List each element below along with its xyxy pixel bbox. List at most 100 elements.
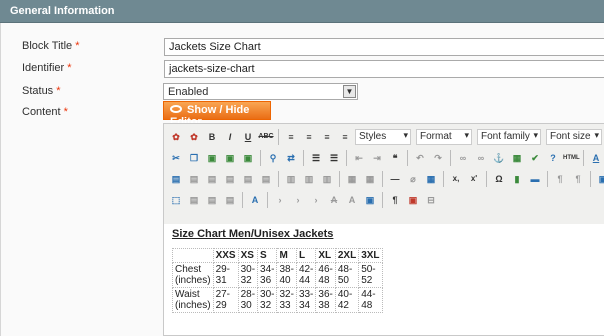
paste-word-icon[interactable]: ▣ [240, 150, 256, 166]
table-cell: 30-32 [237, 262, 259, 288]
attribs-icon[interactable]: ▣ [362, 192, 378, 208]
unlink-icon[interactable]: ∞ [473, 150, 489, 166]
html-source-button[interactable]: HTML [563, 150, 580, 166]
indent-icon[interactable]: ⇥ [369, 150, 385, 166]
text-color-icon[interactable]: A [588, 150, 604, 166]
wysiwyg-editor[interactable]: ✿ ✿ B I U ABC ≡ ≡ ≡ ≡ Styles Format Font… [163, 123, 604, 336]
table-header-cell: XXS [212, 248, 239, 263]
special-char-button[interactable]: Ω [491, 171, 507, 187]
align-left-icon[interactable]: ≡ [283, 129, 299, 145]
align-center-icon[interactable]: ≡ [301, 129, 317, 145]
table-header-cell: S [257, 248, 278, 263]
col-after-icon[interactable]: ▥ [301, 171, 317, 187]
absolute-icon[interactable]: ▤ [222, 192, 238, 208]
horizontal-rule-icon[interactable]: — [387, 171, 403, 187]
size-chart-heading: Size Chart Men/Unisex Jackets [172, 228, 334, 240]
outdent-icon[interactable]: ⇤ [351, 150, 367, 166]
abbr-icon[interactable]: › [290, 192, 306, 208]
identifier-input[interactable]: jackets-size-chart [164, 60, 604, 78]
italic-button[interactable]: I [222, 129, 238, 145]
table-cell: 33-34 [295, 287, 317, 313]
status-select[interactable]: Enabled ▼ [163, 83, 358, 100]
styleprops-icon[interactable]: A [247, 192, 263, 208]
toolbar-separator [267, 192, 268, 208]
font-size-dropdown[interactable]: Font size [546, 129, 602, 145]
required-mark: * [75, 40, 80, 52]
table-cell: 29-31 [212, 262, 239, 288]
blockquote-icon[interactable]: ❝ [387, 150, 403, 166]
format-dropdown[interactable]: Format [416, 129, 472, 145]
bold-button[interactable]: B [204, 129, 220, 145]
row-after-icon[interactable]: ▤ [240, 171, 256, 187]
find-icon[interactable]: ⚲ [265, 150, 281, 166]
insert-layer-icon[interactable]: ⬚ [168, 192, 184, 208]
cut-icon[interactable]: ✂ [168, 150, 184, 166]
split-cells-icon[interactable]: ▦ [344, 171, 360, 187]
toolbar-separator [450, 150, 451, 166]
strikethrough-button[interactable]: ABC [258, 129, 274, 145]
table-icon[interactable]: ▤ [168, 171, 184, 187]
move-backward-icon[interactable]: ▤ [204, 192, 220, 208]
row-props-icon[interactable]: ▤ [186, 171, 202, 187]
visual-aid-icon[interactable]: ▦ [423, 171, 439, 187]
acronym-icon[interactable]: › [308, 192, 324, 208]
table-cell: Chest (inches) [172, 262, 214, 288]
insert-image-icon[interactable]: ▦ [509, 150, 525, 166]
toolbar-row-1: ✿ ✿ B I U ABC ≡ ≡ ≡ ≡ Styles Format Font… [168, 127, 604, 147]
print-icon[interactable]: ▬ [527, 171, 543, 187]
table-cell: 48-50 [334, 262, 360, 288]
block-title-label: Block Title * [22, 40, 80, 52]
help-icon[interactable]: ? [545, 150, 561, 166]
numbered-list-icon[interactable]: ☰ [326, 150, 342, 166]
link-icon[interactable]: ∞ [455, 150, 471, 166]
cell-props-icon[interactable]: ▤ [204, 171, 220, 187]
col-before-icon[interactable]: ▥ [283, 171, 299, 187]
merge-cells-icon[interactable]: ▦ [362, 171, 378, 187]
undo-icon[interactable]: ↶ [412, 150, 428, 166]
fullscreen-icon[interactable]: ▣ [595, 171, 604, 187]
toolbar-separator [339, 171, 340, 187]
bullet-list-icon[interactable]: ☰ [308, 150, 324, 166]
copy-icon[interactable]: ❐ [186, 150, 202, 166]
visual-chars-button[interactable]: ¶ [387, 192, 403, 208]
image-icon[interactable]: ✿ [186, 129, 202, 145]
redo-icon[interactable]: ↷ [430, 150, 446, 166]
cite-icon[interactable]: › [272, 192, 288, 208]
superscript-button[interactable]: x' [466, 171, 482, 187]
font-family-dropdown[interactable]: Font family [477, 129, 541, 145]
table-cell: 46-48 [315, 262, 336, 288]
media-icon[interactable]: ▮ [509, 171, 525, 187]
cleanup-icon[interactable]: ✔ [527, 150, 543, 166]
styles-dropdown[interactable]: Styles [355, 129, 411, 145]
pagebreak-icon[interactable]: ⊟ [423, 192, 439, 208]
align-justify-icon[interactable]: ≡ [337, 129, 353, 145]
rtl-icon[interactable]: ¶ [570, 171, 586, 187]
paste-icon[interactable]: ▣ [204, 150, 220, 166]
row-before-icon[interactable]: ▤ [222, 171, 238, 187]
toolbar-separator [382, 192, 383, 208]
subscript-button[interactable]: x, [448, 171, 464, 187]
chevron-down-icon[interactable]: ▼ [343, 85, 356, 98]
show-hide-editor-button[interactable]: Show / Hide Editor [163, 101, 271, 128]
delete-col-icon[interactable]: ▥ [319, 171, 335, 187]
ins-icon[interactable]: A [344, 192, 360, 208]
nonbreaking-icon[interactable]: ▣ [405, 192, 421, 208]
table-header-row: XXS XS S M L XL 2XL 3XL [172, 248, 383, 263]
toolbar-separator [278, 129, 279, 145]
remove-format-icon[interactable]: ⌀ [405, 171, 421, 187]
eye-icon [170, 105, 182, 114]
anchor-icon[interactable]: ⚓ [491, 150, 507, 166]
table-header-cell: M [276, 248, 297, 263]
move-forward-icon[interactable]: ▤ [186, 192, 202, 208]
underline-button[interactable]: U [240, 129, 256, 145]
replace-icon[interactable]: ⇄ [283, 150, 299, 166]
table-cell: 50-52 [358, 262, 383, 288]
delete-row-icon[interactable]: ▤ [258, 171, 274, 187]
ltr-icon[interactable]: ¶ [552, 171, 568, 187]
del-icon[interactable]: A [326, 192, 342, 208]
block-title-input[interactable]: Jackets Size Chart [164, 38, 604, 56]
align-right-icon[interactable]: ≡ [319, 129, 335, 145]
widget-icon[interactable]: ✿ [168, 129, 184, 145]
paste-text-icon[interactable]: ▣ [222, 150, 238, 166]
table-cell: 28-30 [237, 287, 259, 313]
